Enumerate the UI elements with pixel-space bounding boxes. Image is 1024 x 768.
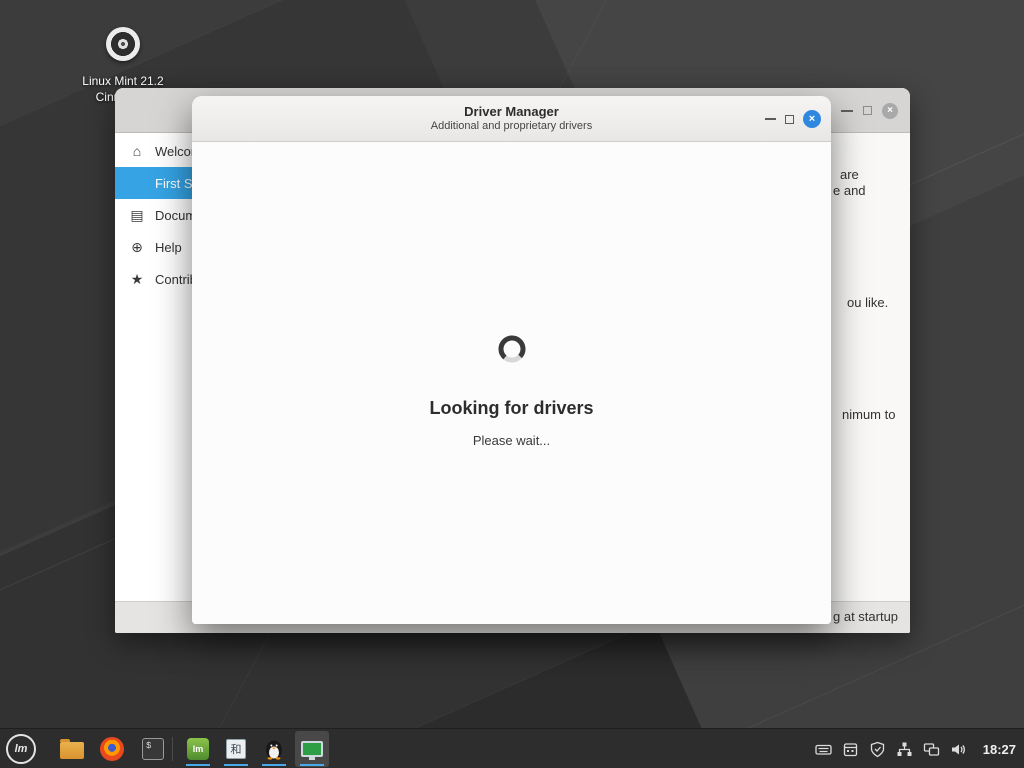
keyboard-icon[interactable]: [815, 741, 832, 758]
window-title: Driver Manager: [192, 104, 831, 119]
clock[interactable]: 18:27: [983, 742, 1016, 757]
minimize-icon[interactable]: [841, 110, 853, 112]
firefox-icon[interactable]: [100, 737, 124, 761]
star-icon: ★: [129, 271, 145, 288]
status-message: Please wait...: [192, 433, 831, 448]
welcome-startup-checkbox-label[interactable]: g at startup: [833, 609, 898, 624]
minimize-icon[interactable]: [765, 118, 776, 120]
taskbar-window-welcome[interactable]: lm: [181, 731, 215, 767]
input-method-icon: 和: [226, 739, 246, 759]
driver-manager-body: Looking for drivers Please wait...: [192, 142, 831, 624]
penguin-icon: [263, 738, 285, 760]
status-heading: Looking for drivers: [192, 398, 831, 419]
maximize-icon[interactable]: [785, 115, 794, 124]
network-icon[interactable]: [896, 741, 913, 758]
pin-icon: [129, 175, 145, 191]
close-icon[interactable]: ×: [882, 103, 898, 119]
volume-icon[interactable]: [950, 741, 967, 758]
welcome-text-fragment: nimum to: [842, 407, 895, 422]
driver-manager-icon: [301, 741, 323, 757]
file-manager-icon[interactable]: [60, 742, 84, 759]
close-icon[interactable]: ×: [803, 110, 821, 128]
workspaces-icon[interactable]: [923, 741, 940, 758]
welcome-text-fragment: ou like.: [847, 295, 888, 310]
welcome-text-fragment: e and: [833, 183, 866, 198]
maximize-icon[interactable]: [863, 106, 872, 115]
taskbar-window-tux[interactable]: [257, 731, 291, 767]
book-icon: ▤: [129, 207, 145, 224]
welcome-text-fragment: are: [840, 167, 859, 182]
mint-menu-button[interactable]: lm: [6, 734, 36, 764]
terminal-icon[interactable]: $: [142, 738, 164, 760]
taskbar-window-driver-manager[interactable]: [295, 731, 329, 767]
taskbar-window-input-method[interactable]: 和: [219, 731, 253, 767]
panel-separator: [172, 737, 173, 761]
loading-spinner-icon: [496, 333, 528, 365]
desktop: Linux Mint 21.2 Cinnamon × ⌂ Welcome Fir…: [0, 0, 1024, 768]
home-icon: ⌂: [129, 143, 145, 159]
window-subtitle: Additional and proprietary drivers: [192, 119, 831, 133]
driver-manager-window: Driver Manager Additional and proprietar…: [192, 96, 831, 624]
mint-welcome-icon: lm: [187, 738, 209, 760]
disc-icon: [106, 27, 140, 61]
sidebar-item-label: Help: [155, 240, 182, 255]
shortcut-label-line1: Linux Mint 21.2: [67, 73, 179, 89]
shield-icon[interactable]: [869, 741, 886, 758]
driver-manager-titlebar[interactable]: Driver Manager Additional and proprietar…: [192, 96, 831, 142]
calendar-icon[interactable]: [842, 741, 859, 758]
taskbar-panel: lm $ lm 和: [0, 728, 1024, 768]
help-icon: ⊕: [129, 239, 145, 256]
